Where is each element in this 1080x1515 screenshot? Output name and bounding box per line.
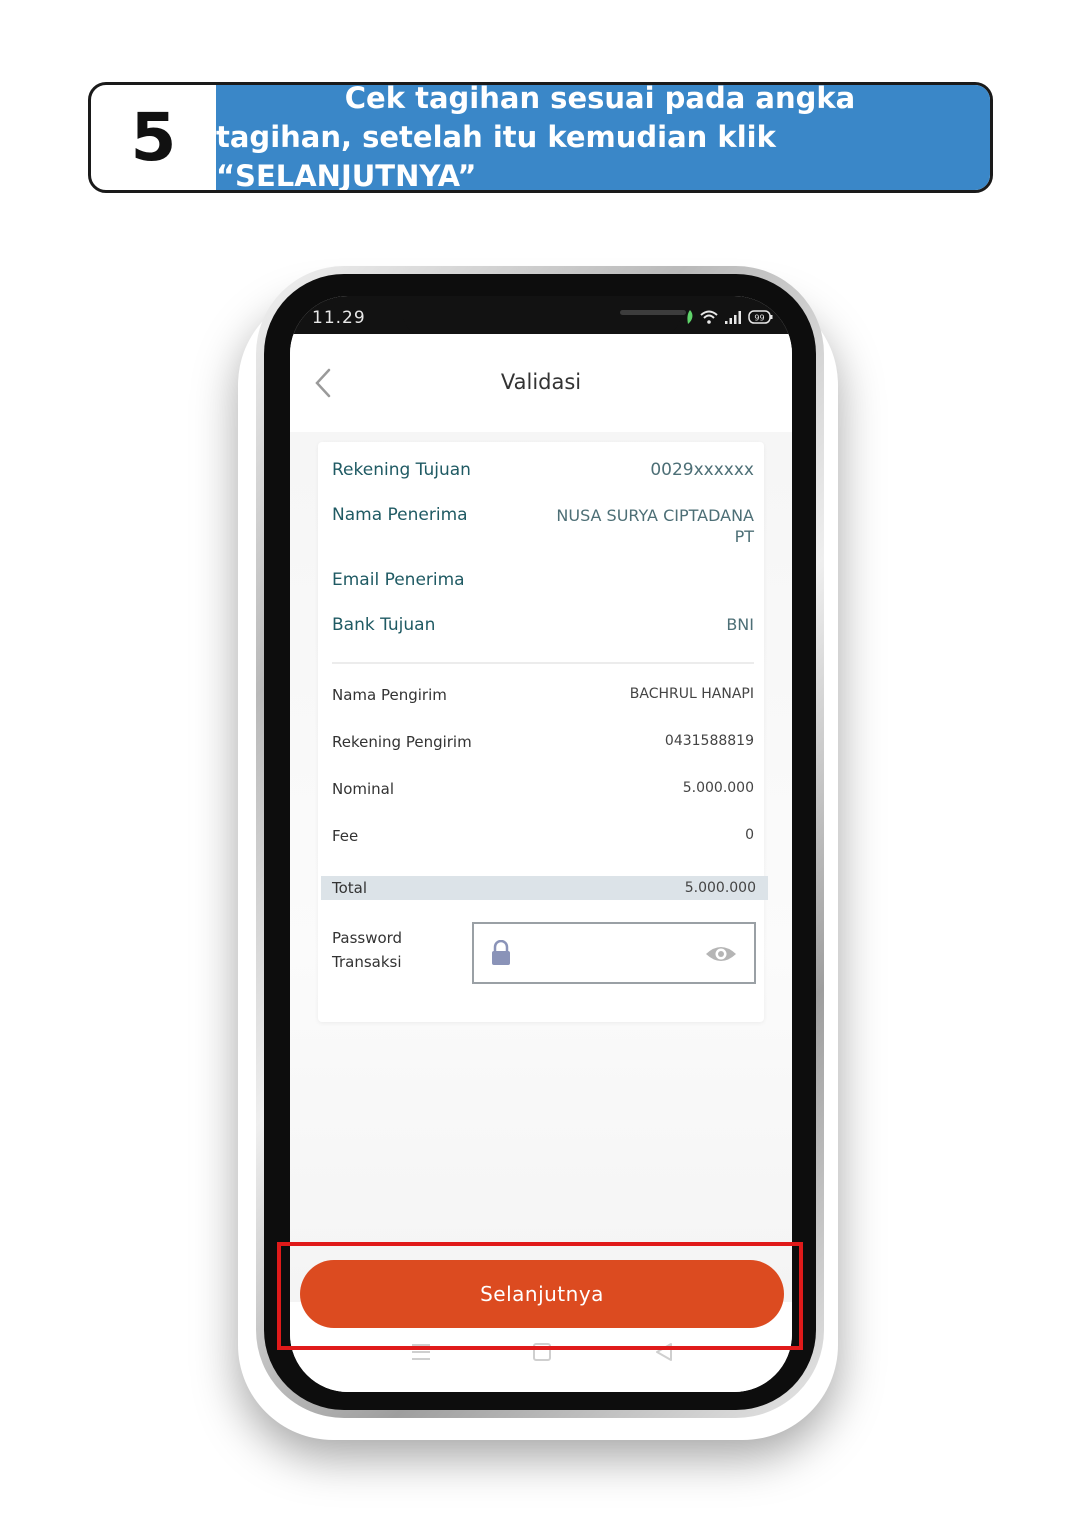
total-row: Total 5.000.000 bbox=[321, 876, 768, 900]
email-penerima-label: Email Penerima bbox=[332, 570, 465, 590]
nominal-row: Nominal 5.000.000 bbox=[332, 780, 754, 798]
password-label-line-1: Password bbox=[332, 929, 403, 947]
email-penerima-row: Email Penerima bbox=[332, 570, 754, 590]
bank-tujuan-label: Bank Tujuan bbox=[332, 615, 436, 635]
rekening-pengirim-label: Rekening Pengirim bbox=[332, 733, 472, 751]
nominal-value: 5.000.000 bbox=[682, 780, 754, 796]
step-instruction-line-2: tagihan, setelah itu kemudian klik “SELA… bbox=[216, 120, 776, 193]
total-label: Total bbox=[332, 879, 368, 897]
nama-pengirim-value: BACHRUL HANAPI bbox=[629, 686, 754, 702]
nama-pengirim-label: Nama Pengirim bbox=[332, 686, 447, 704]
step-number: 5 bbox=[130, 99, 177, 176]
total-value: 5.000.000 bbox=[684, 880, 756, 896]
bank-tujuan-value: BNI bbox=[726, 615, 754, 634]
battery-icon: 99 bbox=[748, 310, 773, 324]
step-instruction-line-1: Cek tagihan sesuai pada angka bbox=[344, 82, 856, 115]
rekening-pengirim-value: 0431588819 bbox=[664, 733, 754, 749]
nama-penerima-label: Nama Penerima bbox=[332, 505, 468, 525]
highlight-box bbox=[277, 1242, 803, 1350]
phone-screen: 11.29 99 Validasi Rekening Tujuan 0029xx… bbox=[290, 296, 792, 1392]
password-input[interactable] bbox=[472, 922, 756, 984]
password-label: Password Transaksi bbox=[332, 926, 402, 974]
step-instruction: Cek tagihan sesuai pada angka tagihan, s… bbox=[216, 85, 990, 190]
nama-pengirim-row: Nama Pengirim BACHRUL HANAPI bbox=[332, 686, 754, 704]
validation-card: Rekening Tujuan 0029xxxxxx Nama Penerima… bbox=[318, 442, 768, 1022]
lock-icon bbox=[492, 940, 510, 965]
battery-level: 99 bbox=[754, 314, 764, 323]
app-bar: Validasi bbox=[290, 334, 792, 432]
page-title: Validasi bbox=[500, 370, 582, 394]
section-divider bbox=[332, 662, 754, 664]
speaker-grille bbox=[620, 310, 686, 315]
nama-penerima-value-line-1: NUSA SURYA CIPTADANA bbox=[556, 506, 754, 525]
signal-icon bbox=[725, 311, 741, 324]
wifi-icon bbox=[700, 310, 718, 324]
nama-penerima-row: Nama Penerima NUSA SURYA CIPTADANA PT bbox=[332, 505, 754, 547]
nama-penerima-value-line-2: PT bbox=[734, 527, 754, 546]
rekening-tujuan-label: Rekening Tujuan bbox=[332, 460, 471, 480]
fee-row: Fee 0 bbox=[332, 827, 754, 845]
step-header: 5 Cek tagihan sesuai pada angka tagihan,… bbox=[88, 82, 993, 193]
leaf-icon bbox=[687, 310, 693, 324]
password-label-line-2: Transaksi bbox=[332, 953, 402, 971]
status-icons: 99 bbox=[686, 310, 774, 324]
status-time: 11.29 bbox=[312, 308, 366, 328]
show-password-eye-icon[interactable] bbox=[704, 944, 738, 964]
fee-label: Fee bbox=[332, 827, 359, 845]
fee-value: 0 bbox=[745, 827, 754, 843]
rekening-tujuan-row: Rekening Tujuan 0029xxxxxx bbox=[332, 460, 754, 480]
rekening-pengirim-row: Rekening Pengirim 0431588819 bbox=[332, 733, 754, 751]
rekening-tujuan-value: 0029xxxxxx bbox=[650, 460, 754, 480]
nama-penerima-value: NUSA SURYA CIPTADANA PT bbox=[556, 505, 754, 547]
bank-tujuan-row: Bank Tujuan BNI bbox=[332, 615, 754, 635]
nominal-label: Nominal bbox=[332, 780, 395, 798]
